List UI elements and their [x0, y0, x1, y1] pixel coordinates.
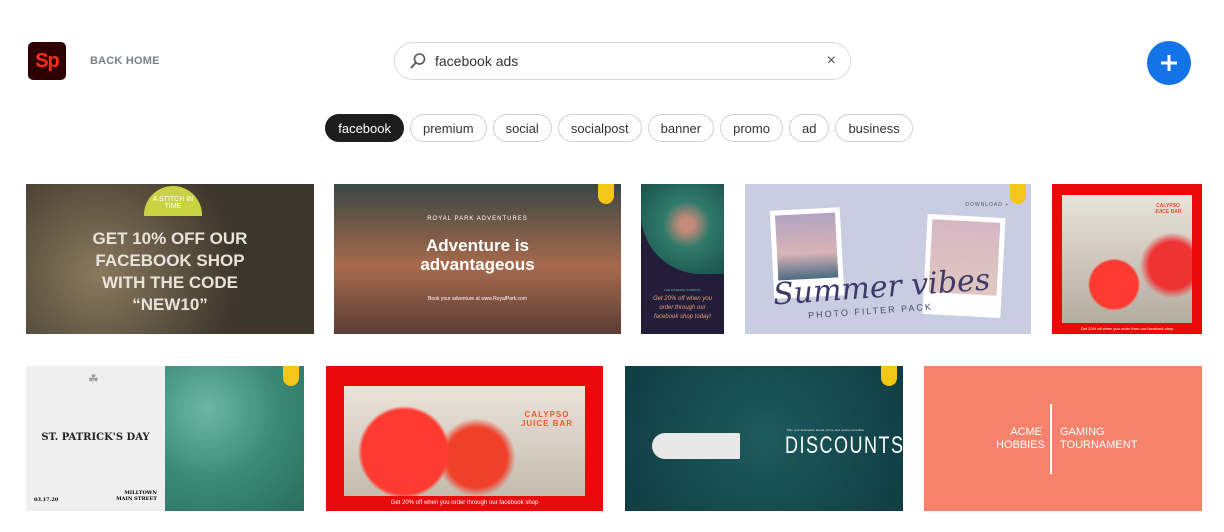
template-title: DISCOUNTS [785, 432, 903, 459]
tag-chip-business[interactable]: business [835, 114, 913, 142]
template-date: 03.17.20 [34, 497, 59, 503]
template-card-juice-banner[interactable]: CALYPSO JUICE BAR Get 20% off when you o… [326, 366, 603, 511]
template-image: CALYPSO JUICE BAR [1062, 194, 1192, 323]
template-card-coffee[interactable]: THE INTERIOR COMPANY Get 20% off when yo… [641, 184, 724, 334]
template-badge: A STITCH IN TIME [144, 186, 202, 216]
template-brand: CALYPSO JUICE BAR [520, 409, 574, 428]
template-address-line: MAIN STREET [116, 496, 157, 502]
template-card-discounts[interactable]: Plan your destination ahead of time and … [625, 366, 903, 511]
template-card-st-patricks[interactable]: ☘ ST. PATRICK'S DAY 03.17.20 MILLTOWN MAI… [26, 366, 304, 511]
template-text-panel: ☘ ST. PATRICK'S DAY 03.17.20 MILLTOWN MAI… [26, 366, 165, 511]
template-footer: Book your adventure at www.RoyalPark.com [428, 296, 527, 302]
create-new-button[interactable] [1147, 41, 1191, 85]
template-brand: ROYAL PARK ADVENTURES [427, 216, 528, 222]
template-card-adventure[interactable]: ROYAL PARK ADVENTURES Adventure is advan… [334, 184, 621, 334]
search-icon [410, 53, 426, 69]
premium-badge-icon [881, 366, 897, 386]
template-text-left: ACME HOBBIES [996, 425, 1045, 451]
tag-chip-premium[interactable]: premium [410, 114, 487, 142]
template-brand: CALYPSO JUICE BAR [1154, 202, 1182, 215]
template-image [165, 366, 304, 511]
template-download: DOWNLOAD » [965, 202, 1009, 208]
tag-chip-ad[interactable]: ad [788, 114, 830, 142]
app-logo[interactable]: Sp [28, 42, 66, 80]
template-card-juice-square[interactable]: CALYPSO JUICE BAR Get 20% off when you o… [1052, 184, 1202, 334]
template-title: ST. PATRICK'S DAY [41, 432, 150, 443]
tag-chip-banner[interactable]: banner [647, 114, 715, 142]
template-address: MILLTOWN MAIN STREET [116, 490, 157, 502]
tag-chip-socialpost[interactable]: socialpost [557, 114, 642, 142]
template-brand: THE INTERIOR COMPANY [664, 288, 701, 292]
template-text-right: GAMING TOURNAMENT [1060, 425, 1138, 451]
tag-filter-bar: facebook premium social socialpost banne… [0, 114, 1224, 142]
controller-cord-divider [1050, 403, 1052, 474]
template-footer: Get 20% off when you order from our face… [1080, 325, 1174, 331]
premium-badge-icon [1010, 184, 1026, 204]
template-card-gaming[interactable]: ACME HOBBIES GAMING TOURNAMENT [924, 366, 1202, 511]
clear-search-icon[interactable]: × [827, 52, 836, 70]
template-image: CALYPSO JUICE BAR [344, 385, 585, 496]
template-image [641, 184, 724, 274]
search-input[interactable] [435, 53, 827, 69]
template-card-yarn[interactable]: A STITCH IN TIME GET 10% OFF OUR FACEBOO… [26, 184, 314, 334]
template-card-summer-vibes[interactable]: DOWNLOAD » Summer vibes PHOTO FILTER PAC… [745, 184, 1031, 334]
tag-chip-facebook[interactable]: facebook [325, 114, 404, 142]
template-text: GET 10% OFF OUR FACEBOOK SHOP WITH THE C… [92, 229, 248, 314]
premium-badge-icon [598, 184, 614, 204]
template-title: Adventure is advantageous [420, 236, 535, 274]
template-image [652, 433, 740, 459]
template-footer: Get 20% off when you order through our f… [390, 499, 539, 506]
premium-badge-icon [283, 366, 299, 386]
back-home-link[interactable]: BACK HOME [90, 55, 160, 67]
template-text: Get 20% off when you order through our f… [652, 296, 713, 320]
search-bar: × [394, 42, 851, 80]
plus-icon [1161, 55, 1177, 71]
tag-chip-social[interactable]: social [492, 114, 552, 142]
clover-icon: ☘ [88, 372, 99, 386]
tag-chip-promo[interactable]: promo [720, 114, 783, 142]
